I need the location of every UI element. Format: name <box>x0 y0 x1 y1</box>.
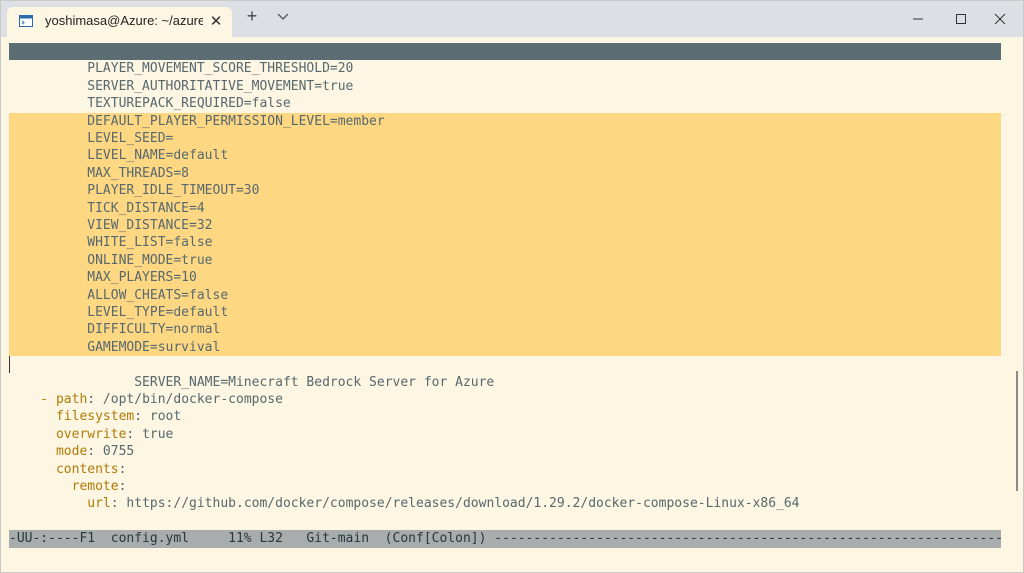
tab-title: yoshimasa@Azure: ~/azure-mir <box>45 13 203 28</box>
code-line-selected: DIFFICULTY=normal <box>9 321 1001 339</box>
yaml-key: mode <box>55 444 88 460</box>
minimize-icon <box>913 18 923 20</box>
yaml-url-line: url: https://github.com/docker/compose/r… <box>9 495 1001 512</box>
code-line-selected: LEVEL_NAME=default <box>9 147 1001 165</box>
code-line-selected: TICK_DISTANCE=4 <box>9 199 1001 217</box>
new-tab-button[interactable]: + <box>243 6 261 27</box>
yaml-path-line: - path: /opt/bin/docker-compose <box>9 391 1001 408</box>
yaml-remote-line: remote: <box>9 478 1001 495</box>
yaml-overwrite-line: overwrite: true <box>9 426 1001 443</box>
code-line-selected: DEFAULT_PLAYER_PERMISSION_LEVEL=member <box>9 112 1001 130</box>
yaml-mode-line: mode: 0755 <box>9 443 1001 460</box>
code-line-selected: LEVEL_TYPE=default <box>9 304 1001 322</box>
yaml-key: path <box>55 392 88 407</box>
mode-line: -UU-:----F1 config.yml 11% L32 Git-main … <box>9 530 1001 548</box>
yaml-value: : <box>118 479 127 494</box>
terminal-window: yoshimasa@Azure: ~/azure-mir ✕ + FileEdi… <box>0 0 1024 573</box>
yaml-key: filesystem <box>55 409 135 425</box>
yaml-key: contents <box>55 461 119 477</box>
yaml-key: url <box>87 496 111 512</box>
scrollbar[interactable] <box>1016 371 1018 491</box>
close-window-button[interactable] <box>977 1 1023 37</box>
text-cursor <box>9 356 10 374</box>
code-line-selected: LEVEL_SEED= <box>9 130 1001 148</box>
title-bar: yoshimasa@Azure: ~/azure-mir ✕ + <box>1 1 1023 37</box>
yaml-filesystem-line: filesystem: root <box>9 408 1001 425</box>
code-line: TEXTUREPACK_REQUIRED=false <box>9 96 291 112</box>
code-line: SERVER_AUTHORITATIVE_MOVEMENT=true <box>9 78 354 94</box>
terminal-icon <box>19 15 33 27</box>
terminal-tab[interactable]: yoshimasa@Azure: ~/azure-mir ✕ <box>7 7 232 37</box>
yaml-key: remote <box>71 479 119 494</box>
yaml-value: : root <box>134 409 182 425</box>
yaml-value: : 0755 <box>87 444 135 460</box>
code-line: PLAYER_MOVEMENT_SCORE_THRESHOLD=20 <box>9 61 354 77</box>
yaml-dash: - <box>9 392 56 407</box>
code-line-selected: MAX_PLAYERS=10 <box>9 269 1001 287</box>
close-icon <box>994 13 1006 25</box>
yaml-contents-line: contents: <box>9 461 1001 478</box>
yaml-value: : https://github.com/docker/compose/rele… <box>110 496 800 512</box>
code-line-selected: GAMEMODE=survival <box>9 338 1001 357</box>
code-line-selected: ONLINE_MODE=true <box>9 251 1001 270</box>
empty-line <box>9 374 1001 391</box>
yaml-value: : /opt/bin/docker-compose <box>87 392 283 407</box>
minimize-button[interactable] <box>895 1 941 37</box>
menu-bar: File Edit Options Buffers Tools Conf Help <box>9 43 1001 76</box>
yaml-value: : <box>118 461 127 477</box>
emacs-buffer[interactable]: File Edit Options Buffers Tools Conf Help PLAY… <box>9 43 1001 548</box>
yaml-value: : true <box>126 426 174 442</box>
code-line-selected: MAX_THREADS=8 <box>9 164 1001 183</box>
code-line-selected: PLAYER_IDLE_TIMEOUT=30 <box>9 182 1001 200</box>
code-line-selected: ALLOW_CHEATS=false <box>9 286 1001 304</box>
code-line-selected: VIEW_DISTANCE=32 <box>9 217 1001 235</box>
maximize-icon <box>956 14 966 24</box>
code-line-selected: WHITE_LIST=false <box>9 234 1001 252</box>
code-line-cursor: SERVER_NAME=Minecraft Bedrock Server for… <box>9 356 1001 390</box>
chevron-down-icon[interactable] <box>275 10 291 24</box>
tab-close-button[interactable]: ✕ <box>208 12 224 30</box>
yaml-key: overwrite <box>55 426 127 442</box>
